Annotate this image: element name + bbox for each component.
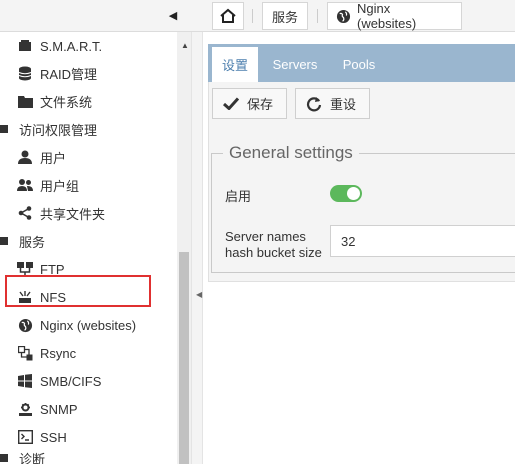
hash-label-line1: Server names — [225, 229, 306, 244]
tab-label: 设置 — [221, 58, 248, 73]
sidebar-group-diagnostics[interactable]: 诊断 — [0, 452, 45, 464]
sidebar-item-snmp[interactable]: SNMP — [17, 397, 78, 421]
sidebar-item-label: 文件系统 — [40, 94, 93, 110]
database-icon — [17, 65, 33, 81]
sidebar-item-label: Rsync — [40, 345, 77, 361]
sidebar-group-services[interactable]: 服务 — [0, 229, 45, 253]
folder-icon — [17, 93, 33, 109]
collapse-icon — [0, 125, 8, 133]
sidebar-item-label: 共享文件夹 — [40, 206, 106, 222]
breadcrumb-services[interactable]: 服务 — [262, 2, 308, 30]
hash-bucket-size-label: Server names hash bucket size — [225, 229, 322, 261]
sidebar-item-label: 用户组 — [40, 178, 80, 194]
breadcrumb-nginx-label: Nginx (websites) — [356, 1, 417, 31]
refresh-icon — [306, 96, 322, 111]
sidebar-item-users[interactable]: 用户 — [17, 145, 66, 169]
tab-servers[interactable]: Servers — [266, 47, 324, 82]
selected-item-highlight — [5, 275, 151, 307]
sidebar-item-label: SMB/CIFS — [40, 373, 102, 389]
sidebar-group-label: 服务 — [19, 234, 46, 250]
sidebar-item-label: 用户 — [40, 150, 67, 166]
collapse-icon — [0, 454, 8, 462]
user-icon — [17, 149, 33, 165]
snmp-icon — [17, 401, 33, 417]
hash-bucket-size-input[interactable]: 32 — [330, 225, 515, 257]
scroll-up-arrow-icon[interactable]: ▲ — [181, 41, 189, 50]
collapse-sidebar-button[interactable]: ◀ — [163, 5, 183, 25]
hash-label-line2: hash bucket size — [225, 245, 322, 260]
panel-splitter[interactable] — [191, 32, 203, 464]
globe-icon — [17, 317, 33, 333]
sidebar-item-groups[interactable]: 用户组 — [17, 173, 79, 197]
tab-settings[interactable]: 设置 — [212, 47, 258, 82]
collapse-left-arrow-icon[interactable]: ◀ — [196, 290, 202, 299]
tab-pools[interactable]: Pools — [334, 47, 384, 82]
sidebar-item-shared-folders[interactable]: 共享文件夹 — [17, 201, 105, 225]
sidebar-item-label: RAID管理 — [40, 66, 98, 82]
tab-label: Servers — [272, 57, 318, 72]
sidebar-item-smb[interactable]: SMB/CIFS — [17, 369, 101, 393]
users-icon — [17, 177, 33, 193]
terminal-icon — [17, 429, 33, 445]
rsync-icon — [17, 345, 33, 361]
save-button-label: 保存 — [247, 97, 274, 112]
breadcrumb-nginx[interactable]: Nginx (websites) — [327, 1, 462, 31]
sidebar-item-label: Nginx (websites) — [40, 317, 137, 333]
home-icon — [220, 8, 236, 23]
scrollbar-thumb[interactable] — [179, 252, 189, 464]
sidebar-item-ssh[interactable]: SSH — [17, 425, 67, 449]
collapse-icon — [0, 237, 8, 245]
enable-toggle[interactable] — [330, 185, 362, 202]
tab-label: Pools — [342, 57, 376, 72]
windows-icon — [17, 373, 33, 389]
sidebar-item-label: SSH — [40, 429, 67, 445]
reset-button[interactable]: 重设 — [295, 88, 370, 119]
breadcrumb-home[interactable] — [212, 2, 244, 30]
fieldset-legend: General settings — [223, 143, 359, 163]
check-icon — [223, 97, 239, 110]
sidebar-item-filesystems[interactable]: 文件系统 — [17, 89, 92, 113]
sidebar-item-label: SNMP — [40, 401, 78, 417]
sidebar-group-label: 访问权限管理 — [19, 122, 98, 138]
breadcrumb-separator — [252, 9, 253, 23]
enable-label: 启用 — [225, 189, 252, 204]
reset-button-label: 重设 — [330, 97, 357, 112]
breadcrumb-separator — [317, 9, 318, 23]
sidebar-group-access[interactable]: 访问权限管理 — [0, 117, 97, 141]
sidebar-item-nginx[interactable]: Nginx (websites) — [17, 313, 136, 337]
sidebar-item-label: S.M.A.R.T. — [40, 38, 103, 54]
breadcrumb-services-label: 服务 — [271, 9, 298, 25]
toggle-knob — [347, 187, 360, 200]
share-icon — [17, 205, 33, 221]
sidebar-item-smart[interactable]: S.M.A.R.T. — [17, 34, 102, 58]
sidebar-item-raid[interactable]: RAID管理 — [17, 61, 97, 85]
smart-icon — [17, 38, 33, 54]
globe-icon — [336, 9, 351, 23]
hash-bucket-size-value: 32 — [341, 233, 356, 249]
save-button[interactable]: 保存 — [212, 88, 287, 119]
sidebar-group-label: 诊断 — [19, 452, 46, 464]
sidebar-item-rsync[interactable]: Rsync — [17, 341, 76, 365]
